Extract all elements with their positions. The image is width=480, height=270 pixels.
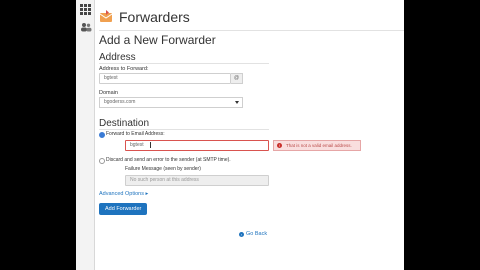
domain-label: Domain xyxy=(99,90,118,96)
error-icon: ! xyxy=(277,143,282,148)
domain-value: bgoderss.com xyxy=(104,99,136,105)
browser-viewport: Forwarders Add a New Forwarder Address A… xyxy=(76,0,404,270)
error-message: ! That is not a valid email address. xyxy=(273,140,361,151)
discard-label: Discard and send an error to the sender … xyxy=(106,157,231,163)
grid-icon[interactable] xyxy=(80,4,91,15)
go-back-link[interactable]: ‹ Go Back xyxy=(239,231,267,237)
left-sidebar xyxy=(76,0,95,270)
go-back-label: Go Back xyxy=(246,231,268,237)
form-heading: Add a New Forwarder xyxy=(99,33,216,47)
forward-radio[interactable] xyxy=(99,132,105,138)
address-section-title: Address xyxy=(99,52,136,63)
destination-section-title: Destination xyxy=(99,118,150,129)
error-text: That is not a valid email address. xyxy=(286,143,352,148)
discard-radio[interactable] xyxy=(99,158,105,164)
back-arrow-icon: ‹ xyxy=(239,231,244,237)
address-divider xyxy=(99,63,269,64)
forward-email-input[interactable]: bgtest xyxy=(125,140,269,151)
destination-divider xyxy=(99,129,269,130)
envelope-forward-icon xyxy=(99,10,113,22)
advanced-options-label: Advanced Options xyxy=(99,191,144,197)
address-input[interactable]: bgtest xyxy=(99,73,231,84)
add-forwarder-button[interactable]: Add Forwarder xyxy=(99,203,148,215)
address-label: Address to Forward: xyxy=(99,66,149,72)
forward-email-value: bgtest xyxy=(130,142,144,148)
page-title: Forwarders xyxy=(119,9,190,25)
failure-label: Failure Message (seen by sender) xyxy=(125,166,201,172)
forward-label: Forward to Email Address: xyxy=(106,131,165,137)
advanced-options-link[interactable]: Advanced Options ▸ xyxy=(99,191,148,197)
domain-select[interactable]: bgoderss.com xyxy=(99,97,243,108)
header-divider xyxy=(99,30,404,31)
text-cursor xyxy=(149,141,151,148)
chevron-down-icon xyxy=(235,101,239,104)
page-header: Forwarders xyxy=(99,8,190,26)
users-icon[interactable] xyxy=(80,22,92,32)
main-content: Forwarders Add a New Forwarder Address A… xyxy=(99,0,404,270)
failure-message-input[interactable]: No such person at this address xyxy=(125,175,269,186)
at-addon: @ xyxy=(231,73,243,84)
